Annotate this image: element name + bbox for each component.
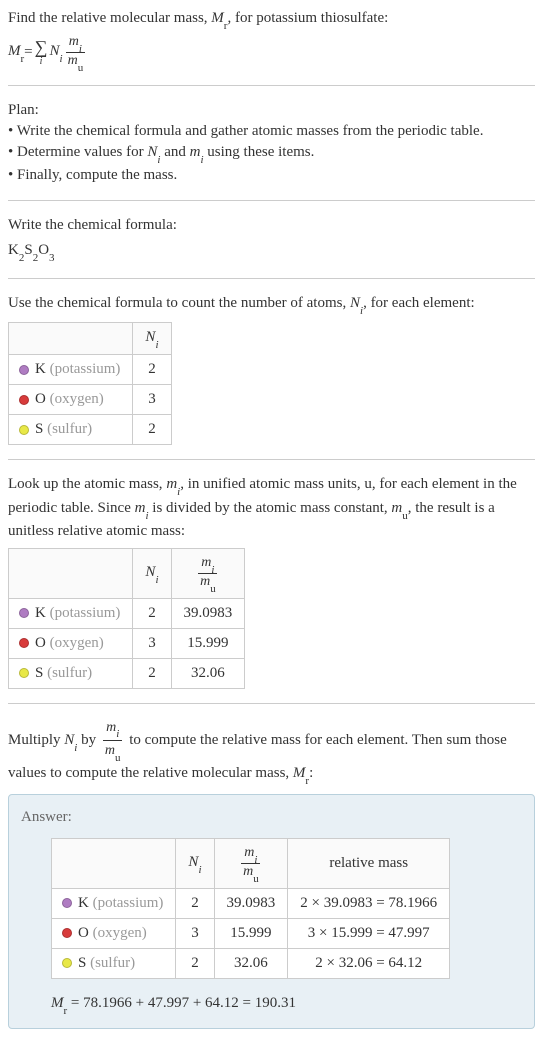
count-value: 2: [133, 415, 171, 445]
answer-box: Answer: Ni mi mu relative mass K (potass…: [8, 794, 535, 1029]
plan-bullet-3: • Finally, compute the mass.: [8, 165, 535, 186]
multiply-section: Multiply Ni by mi mu to compute the rela…: [8, 718, 535, 1030]
element-cell: S (sulfur): [9, 658, 133, 688]
plan-bullet-2: • Determine values for Ni and mi using t…: [8, 142, 535, 165]
answer-table: Ni mi mu relative mass K (potassium) 2 3…: [51, 838, 450, 979]
calc-value: 3 × 15.999 = 47.997: [288, 918, 450, 948]
n-value: 2: [133, 598, 171, 628]
dot-icon-s: [19, 425, 29, 435]
n-value: 3: [176, 918, 214, 948]
dot-icon-s: [62, 958, 72, 968]
plan-section: Plan: • Write the chemical formula and g…: [8, 100, 535, 186]
table-row: O (oxygen) 3: [9, 385, 172, 415]
intro-prefix: Find the relative molecular mass,: [8, 10, 211, 26]
write-formula-title: Write the chemical formula:: [8, 215, 535, 236]
header-relative-mass: relative mass: [288, 839, 450, 889]
dot-icon-o: [19, 638, 29, 648]
intro-section: Find the relative molecular mass, Mr, fo…: [8, 8, 535, 71]
table-row: S (sulfur) 2 32.06: [9, 658, 245, 688]
mass-value: 15.999: [171, 628, 245, 658]
lookup-table: Ni mi mu K (potassium) 2 39.0983 O (oxyg…: [8, 548, 245, 689]
lookup-section: Look up the atomic mass, mi, in unified …: [8, 474, 535, 688]
n-value: 2: [133, 658, 171, 688]
n-value: 3: [133, 628, 171, 658]
header-Ni: Ni: [133, 323, 171, 355]
element-cell: O (oxygen): [52, 918, 176, 948]
mass-value: 32.06: [214, 948, 288, 978]
dot-icon-k: [62, 898, 72, 908]
header-mass-ratio: mi mu: [171, 548, 245, 598]
calc-value: 2 × 32.06 = 64.12: [288, 948, 450, 978]
var-Mr: Mr: [211, 10, 227, 26]
plan-title: Plan:: [8, 100, 535, 121]
element-cell: K (potassium): [9, 598, 133, 628]
table-row: K (potassium) 2 39.0983 2 × 39.0983 = 78…: [52, 888, 450, 918]
table-header-row: Ni mi mu: [9, 548, 245, 598]
eq-Ni: Ni: [49, 43, 62, 62]
answer-label: Answer:: [21, 807, 522, 828]
count-table: Ni K (potassium) 2 O (oxygen) 3 S (sulfu…: [8, 322, 172, 445]
multiply-text: Multiply Ni by mi mu to compute the rela…: [8, 718, 535, 787]
count-value: 2: [133, 355, 171, 385]
eq-fraction: mi mu: [65, 34, 87, 71]
table-row: K (potassium) 2: [9, 355, 172, 385]
intro-formula: Mr = ∑ i Ni mi mu: [8, 34, 535, 71]
count-section: Use the chemical formula to count the nu…: [8, 293, 535, 445]
table-header-row: Ni: [9, 323, 172, 355]
element-cell: K (potassium): [52, 888, 176, 918]
table-row: S (sulfur) 2: [9, 415, 172, 445]
n-value: 2: [176, 888, 214, 918]
chemical-formula-section: Write the chemical formula: K2S2O3: [8, 215, 535, 263]
intro-text: Find the relative molecular mass, Mr, fo…: [8, 8, 535, 31]
calc-value: 2 × 39.0983 = 78.1966: [288, 888, 450, 918]
divider: [8, 459, 535, 460]
element-cell: O (oxygen): [9, 628, 133, 658]
table-header-row: Ni mi mu relative mass: [52, 839, 450, 889]
dot-icon-s: [19, 668, 29, 678]
mass-value: 15.999: [214, 918, 288, 948]
element-cell: S (sulfur): [9, 415, 133, 445]
sigma-icon: ∑ i: [35, 38, 48, 67]
table-row: K (potassium) 2 39.0983: [9, 598, 245, 628]
n-value: 2: [176, 948, 214, 978]
count-text: Use the chemical formula to count the nu…: [8, 293, 535, 316]
element-cell: S (sulfur): [52, 948, 176, 978]
dot-icon-o: [19, 395, 29, 405]
element-cell: O (oxygen): [9, 385, 133, 415]
divider: [8, 200, 535, 201]
divider: [8, 703, 535, 704]
eq-lhs: Mr: [8, 43, 24, 62]
table-row: O (oxygen) 3 15.999 3 × 15.999 = 47.997: [52, 918, 450, 948]
header-empty: [9, 323, 133, 355]
divider: [8, 278, 535, 279]
divider: [8, 85, 535, 86]
dot-icon-k: [19, 365, 29, 375]
plan-bullet-1: • Write the chemical formula and gather …: [8, 121, 535, 142]
header-empty: [9, 548, 133, 598]
header-mass-ratio: mi mu: [214, 839, 288, 889]
header-Ni: Ni: [176, 839, 214, 889]
dot-icon-k: [19, 608, 29, 618]
dot-icon-o: [62, 928, 72, 938]
intro-suffix: , for potassium thiosulfate:: [227, 10, 388, 26]
eq-equals: =: [24, 44, 32, 61]
header-Ni: Ni: [133, 548, 171, 598]
mass-value: 32.06: [171, 658, 245, 688]
count-value: 3: [133, 385, 171, 415]
table-row: O (oxygen) 3 15.999: [9, 628, 245, 658]
header-empty: [52, 839, 176, 889]
table-row: S (sulfur) 2 32.06 2 × 32.06 = 64.12: [52, 948, 450, 978]
chemical-formula: K2S2O3: [8, 240, 535, 263]
final-result: Mr = 78.1966 + 47.997 + 64.12 = 190.31: [51, 993, 522, 1016]
lookup-text: Look up the atomic mass, mi, in unified …: [8, 474, 535, 542]
mass-value: 39.0983: [214, 888, 288, 918]
element-cell: K (potassium): [9, 355, 133, 385]
mass-value: 39.0983: [171, 598, 245, 628]
